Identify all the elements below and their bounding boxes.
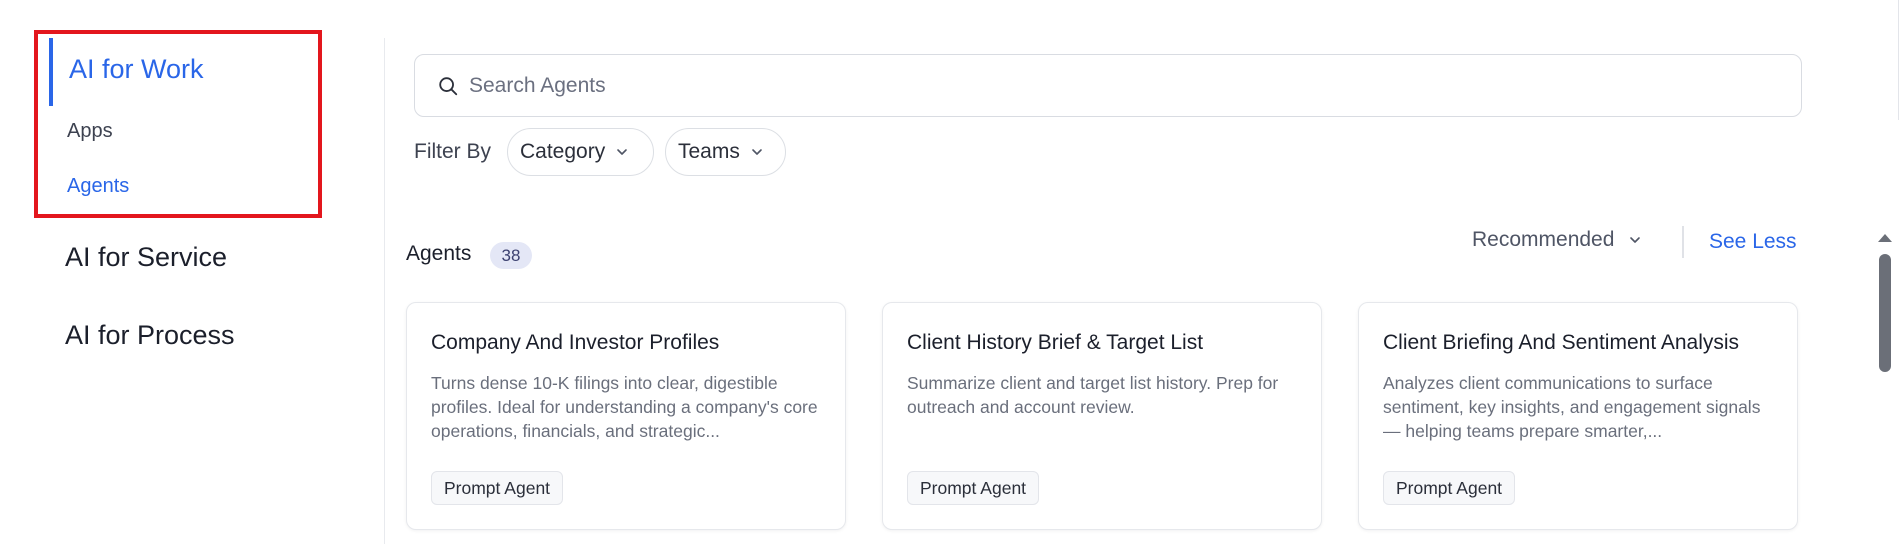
chevron-down-icon [1630,237,1641,243]
sidebar: AI for Work Apps Agents AI for Service A… [0,0,384,544]
agent-type-tag: Prompt Agent [1383,471,1516,505]
agent-card-title: Company And Investor Profiles [431,331,720,354]
sidebar-divider [384,38,385,544]
sidebar-item-apps[interactable]: Apps [67,120,113,143]
sidebar-section-ai-for-work[interactable]: AI for Work [49,38,289,106]
agent-card[interactable]: Company And Investor Profiles Turns dens… [406,302,846,530]
agent-card-description: Turns dense 10-K filings into clear, dig… [431,373,818,441]
scroll-up-arrow-icon[interactable] [1878,234,1892,242]
agents-heading: Agents [406,242,472,265]
sidebar-section-ai-for-process[interactable]: AI for Process [65,320,235,351]
search-icon [439,77,458,96]
chevron-down-icon [752,149,762,155]
search-box[interactable] [414,54,1802,117]
sort-label: Recommended [1472,228,1615,251]
sort-dropdown[interactable]: Recommended [1472,228,1642,252]
agent-card-title: Client Briefing And Sentiment Analysis [1383,331,1740,354]
sidebar-section-ai-for-service[interactable]: AI for Service [65,242,227,273]
teams-filter-dropdown[interactable]: Teams [665,128,786,176]
agent-card[interactable]: Client Briefing And Sentiment Analysis A… [1358,302,1798,530]
divider [1682,226,1684,258]
filter-label: Filter By [414,140,492,163]
app-root: AI for Work Apps Agents AI for Service A… [0,0,1904,544]
sidebar-item-agents[interactable]: Agents [67,175,129,198]
teams-filter-label: Teams [678,140,740,163]
agent-card-description: Summarize client and target list history… [907,373,1279,417]
see-less-link[interactable]: See Less [1709,230,1797,254]
search-input[interactable] [469,67,1769,105]
agent-card[interactable]: Client History Brief & Target List Summa… [882,302,1322,530]
agents-count-badge: 38 [490,242,532,269]
agent-type-tag: Prompt Agent [907,471,1040,505]
agent-card-title: Client History Brief & Target List [907,331,1204,354]
category-filter-label: Category [520,140,606,163]
chevron-down-icon [617,149,628,155]
agent-type-tag: Prompt Agent [431,471,564,505]
vertical-scrollbar[interactable] [1876,226,1894,544]
agent-card-description: Analyzes client communications to surfac… [1383,373,1761,441]
scrollbar-thumb[interactable] [1879,254,1891,372]
scroll-rail [1898,0,1899,120]
category-filter-dropdown[interactable]: Category [507,128,654,176]
sidebar-section-title[interactable]: AI for Work [69,54,204,85]
